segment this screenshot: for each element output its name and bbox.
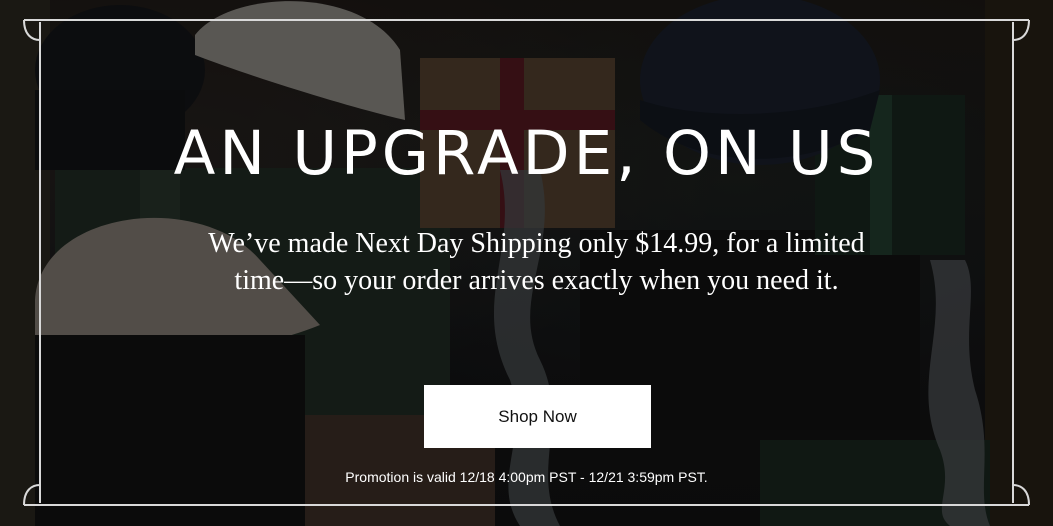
shop-now-button[interactable]: Shop Now [424, 385, 651, 448]
banner-description: We’ve made Next Day Shipping only $14.99… [208, 228, 865, 296]
promo-banner: AN UPGRADE, ON US We’ve made Next Day Sh… [0, 0, 1053, 526]
banner-headline: AN UPGRADE, ON US [173, 118, 880, 189]
promotion-terms: Promotion is valid 12/18 4:00pm PST - 12… [345, 469, 708, 485]
